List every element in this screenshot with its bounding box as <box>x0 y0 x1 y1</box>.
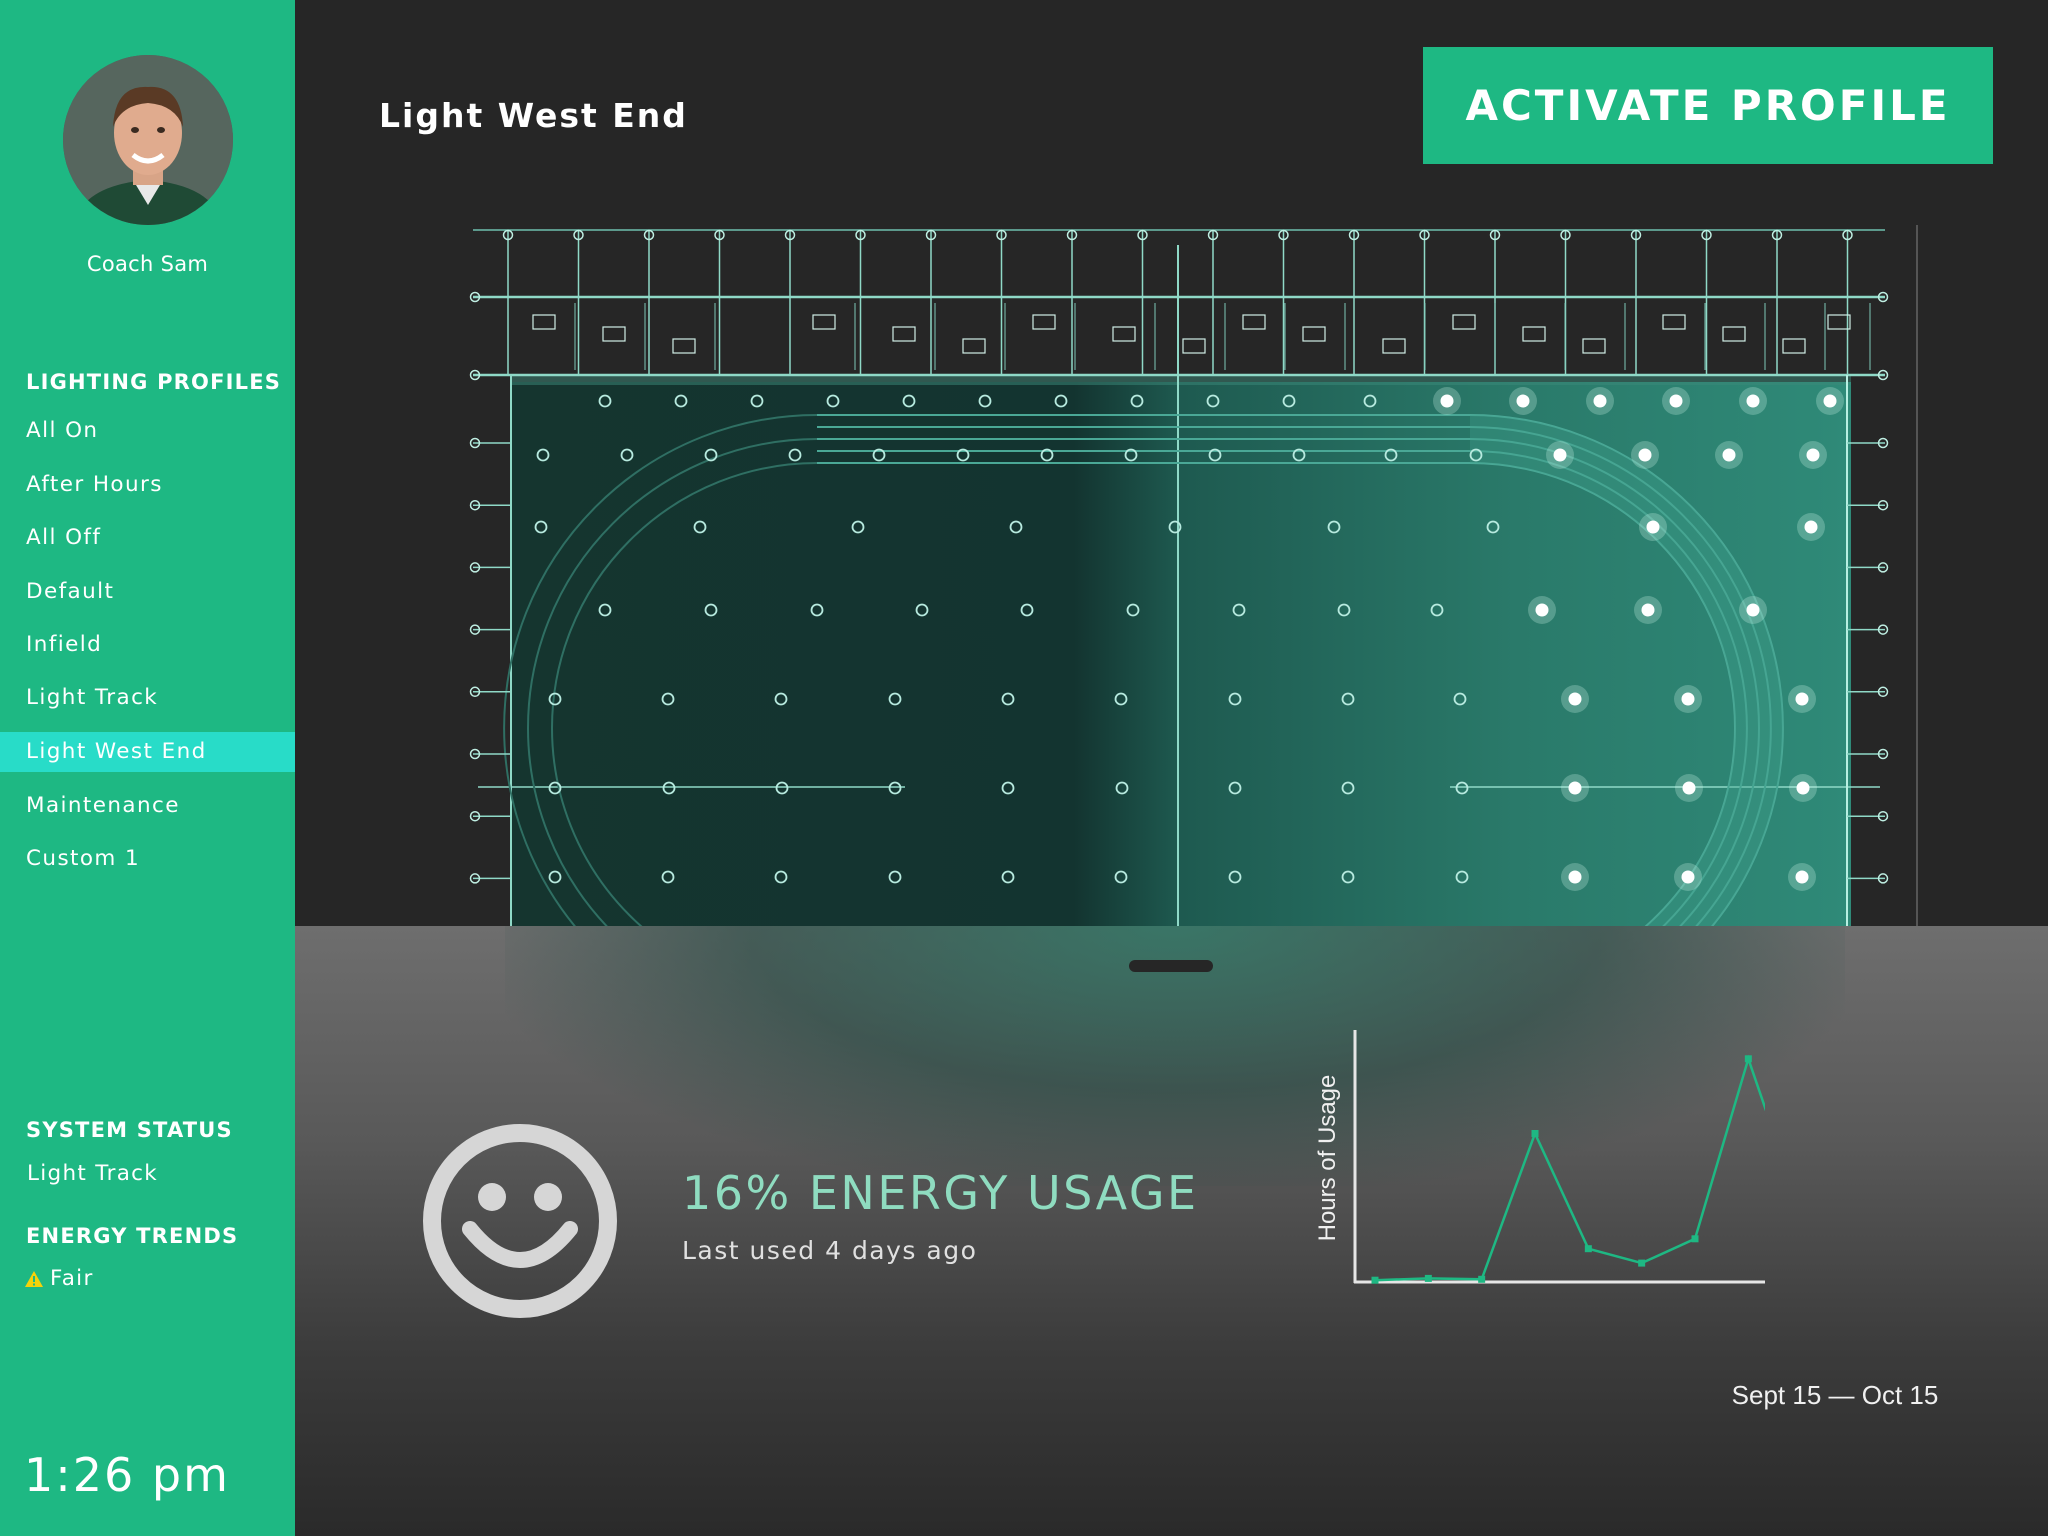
light-fixture-on[interactable] <box>1568 870 1582 884</box>
plan-room-label <box>1302 326 1326 342</box>
light-fixture-on[interactable] <box>1681 692 1695 706</box>
floor-plan[interactable] <box>295 215 2048 926</box>
plan-room-label <box>892 326 916 342</box>
usage-chart: Hours of Usage <box>1314 1030 1765 1284</box>
plan-room-label <box>1827 314 1851 330</box>
main-panel: Light West End ACTIVATE PROFILE 16% ENER… <box>295 0 2048 1536</box>
plan-room-label <box>962 338 986 354</box>
profile-item-custom-1[interactable]: Custom 1 <box>0 839 295 879</box>
plan-room-label <box>672 338 696 354</box>
energy-trends-heading: ENERGY TRENDS <box>26 1224 239 1248</box>
light-fixture-on[interactable] <box>1746 394 1760 408</box>
plan-room-label <box>1782 338 1806 354</box>
light-fixture-on[interactable] <box>1795 870 1809 884</box>
sidebar: Coach Sam LIGHTING PROFILES All On After… <box>0 0 295 1536</box>
profile-item-infield[interactable]: Infield <box>0 625 295 665</box>
profile-item-all-off[interactable]: All Off <box>0 518 295 558</box>
usage-point <box>1744 1055 1752 1063</box>
light-fixture-on[interactable] <box>1823 394 1837 408</box>
light-fixture-on[interactable] <box>1806 448 1820 462</box>
drawer-handle[interactable] <box>1129 960 1213 972</box>
profile-item-maintenance[interactable]: Maintenance <box>0 786 295 826</box>
profile-item-after-hours[interactable]: After Hours <box>0 465 295 505</box>
bottom-panel: 16% ENERGY USAGE Last used 4 days ago Ho… <box>295 926 2048 1536</box>
energy-trends-value: Fair <box>50 1266 94 1291</box>
plan-room-label <box>1722 326 1746 342</box>
light-fixture-on[interactable] <box>1593 394 1607 408</box>
light-fixture-on[interactable] <box>1638 448 1652 462</box>
profile-item-light-west-end[interactable]: Light West End <box>0 732 295 772</box>
plan-room-label <box>1582 338 1606 354</box>
light-fixture-on[interactable] <box>1553 448 1567 462</box>
smiley-face-icon <box>423 1124 617 1318</box>
profile-item-all-on[interactable]: All On <box>0 411 295 451</box>
plan-rooms <box>532 303 1871 370</box>
plan-structure <box>473 225 1918 926</box>
light-fixture-on[interactable] <box>1641 603 1655 617</box>
usage-line <box>1374 1054 1765 1282</box>
activate-profile-button[interactable]: ACTIVATE PROFILE <box>1423 47 1993 164</box>
plan-room-label <box>1242 314 1266 330</box>
light-fixture-on[interactable] <box>1535 603 1549 617</box>
light-fixture-on[interactable] <box>1795 692 1809 706</box>
y-axis-label: Hours of Usage <box>1314 1075 1341 1242</box>
usage-point <box>1478 1275 1486 1283</box>
page-title: Light West End <box>379 96 688 135</box>
system-status-heading: SYSTEM STATUS <box>26 1118 233 1142</box>
user-name: Coach Sam <box>86 252 209 276</box>
profile-item-light-track[interactable]: Light Track <box>0 678 295 718</box>
usage-point <box>1371 1276 1379 1284</box>
light-fixture-on[interactable] <box>1568 781 1582 795</box>
plan-room-label <box>1382 338 1406 354</box>
light-fixture-on[interactable] <box>1440 394 1454 408</box>
light-fixture-on[interactable] <box>1681 870 1695 884</box>
x-axis-label: Sept 15 — Oct 15 <box>1732 1380 1939 1410</box>
energy-usage-label: 16% ENERGY USAGE <box>682 1166 1199 1220</box>
plan-room-label <box>1452 314 1476 330</box>
light-fixture-on[interactable] <box>1722 448 1736 462</box>
plan-room-label <box>532 314 556 330</box>
lighting-profiles-heading: LIGHTING PROFILES <box>26 370 282 394</box>
system-status-value: Light Track <box>27 1161 159 1186</box>
light-fixture-on[interactable] <box>1746 603 1760 617</box>
usage-point <box>1584 1245 1592 1253</box>
light-fixture-on[interactable] <box>1646 520 1660 534</box>
light-fixture-on[interactable] <box>1669 394 1683 408</box>
x-axis-label-wrap: Sept 15 — Oct 15 <box>1732 1380 1939 1410</box>
usage-point <box>1638 1259 1646 1267</box>
clock: 1:26 pm <box>24 1448 230 1502</box>
light-fixture-on[interactable] <box>1796 781 1810 795</box>
plan-room-label <box>1662 314 1686 330</box>
usage-point <box>1424 1274 1432 1282</box>
warning-icon <box>25 1270 43 1287</box>
plan-room-label <box>812 314 836 330</box>
light-fixture-on[interactable] <box>1516 394 1530 408</box>
plan-room-label <box>1112 326 1136 342</box>
usage-point <box>1691 1235 1699 1243</box>
light-fixture-on[interactable] <box>1804 520 1818 534</box>
plan-room-label <box>1182 338 1206 354</box>
plan-room-label <box>1032 314 1056 330</box>
light-fixture-on[interactable] <box>1682 781 1696 795</box>
light-fixture-on[interactable] <box>1568 692 1582 706</box>
usage-point <box>1531 1130 1539 1137</box>
plan-room-label <box>1522 326 1546 342</box>
energy-trends-row: Fair <box>24 1266 94 1291</box>
last-used-label: Last used 4 days ago <box>682 1236 978 1265</box>
avatar[interactable] <box>63 55 233 225</box>
chart-series <box>1371 1054 1765 1284</box>
profile-item-default[interactable]: Default <box>0 572 295 612</box>
plan-room-label <box>602 326 626 342</box>
